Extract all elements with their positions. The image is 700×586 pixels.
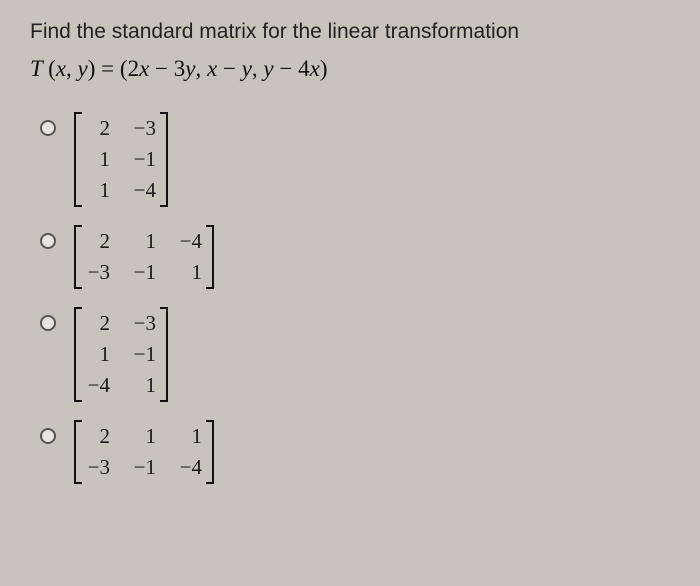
matrix-cell: 1 xyxy=(178,260,202,285)
matrix-cell: 1 xyxy=(132,229,156,254)
matrix-a: 2 −3 1 −1 1 −4 xyxy=(74,112,168,207)
option-b[interactable]: 2 1 −4 −3 −1 1 xyxy=(40,225,670,289)
matrix-cell: 1 xyxy=(178,424,202,449)
option-c[interactable]: 2 −3 1 −1 −4 1 xyxy=(40,307,670,402)
matrix-cell: 1 xyxy=(86,342,110,367)
radio-icon[interactable] xyxy=(40,428,56,444)
matrix-cell: −3 xyxy=(132,116,156,141)
matrix-cell: −3 xyxy=(86,455,110,480)
matrix-cell: −3 xyxy=(86,260,110,285)
matrix-cell: 1 xyxy=(86,147,110,172)
radio-icon[interactable] xyxy=(40,315,56,331)
option-a[interactable]: 2 −3 1 −1 1 −4 xyxy=(40,112,670,207)
radio-icon[interactable] xyxy=(40,120,56,136)
matrix-cell: −4 xyxy=(178,455,202,480)
matrix-cell: −1 xyxy=(132,342,156,367)
question-prompt: Find the standard matrix for the linear … xyxy=(30,20,670,44)
matrix-cell: −1 xyxy=(132,260,156,285)
matrix-cell: −3 xyxy=(132,311,156,336)
matrix-cell: −4 xyxy=(132,178,156,203)
matrix-cell: 1 xyxy=(132,373,156,398)
matrix-b: 2 1 −4 −3 −1 1 xyxy=(74,225,214,289)
option-d[interactable]: 2 1 1 −3 −1 −4 xyxy=(40,420,670,484)
transformation-equation: T (x, y) = (2x − 3y, x − y, y − 4x) xyxy=(30,56,670,82)
radio-icon[interactable] xyxy=(40,233,56,249)
matrix-cell: 2 xyxy=(86,311,110,336)
options-list: 2 −3 1 −1 1 −4 2 1 −4 −3 −1 1 xyxy=(30,112,670,484)
matrix-cell: 2 xyxy=(86,229,110,254)
matrix-cell: 2 xyxy=(86,116,110,141)
matrix-d: 2 1 1 −3 −1 −4 xyxy=(74,420,214,484)
matrix-cell: −4 xyxy=(86,373,110,398)
matrix-cell: 1 xyxy=(132,424,156,449)
matrix-cell: −1 xyxy=(132,455,156,480)
matrix-cell: 2 xyxy=(86,424,110,449)
matrix-c: 2 −3 1 −1 −4 1 xyxy=(74,307,168,402)
matrix-cell: 1 xyxy=(86,178,110,203)
matrix-cell: −1 xyxy=(132,147,156,172)
matrix-cell: −4 xyxy=(178,229,202,254)
